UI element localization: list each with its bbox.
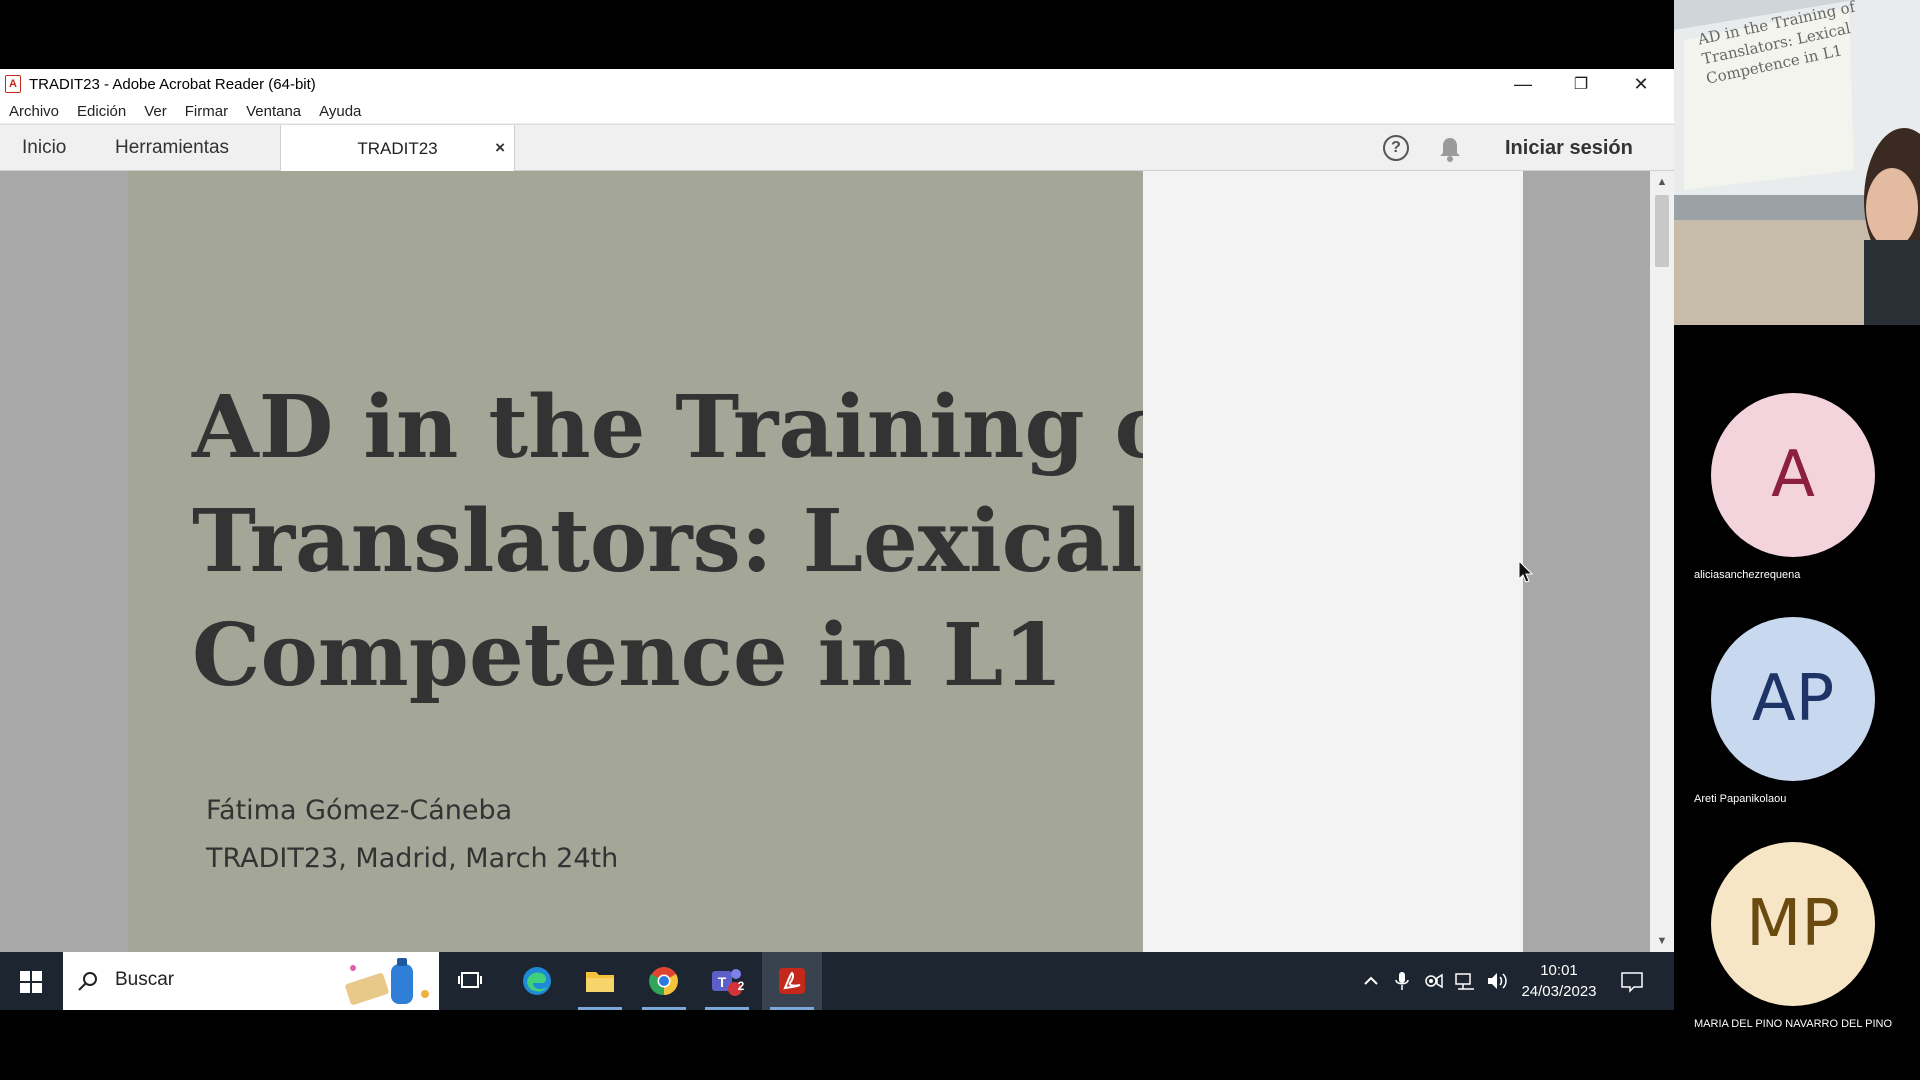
- participant-name: aliciasanchezrequena: [1694, 569, 1801, 581]
- menu-edicion[interactable]: Edición: [68, 103, 135, 120]
- signin-button[interactable]: Iniciar sesión: [1505, 125, 1633, 171]
- task-view-button[interactable]: [440, 952, 500, 1010]
- participant-tile[interactable]: AP Areti Papanikolaou: [1674, 617, 1920, 817]
- acrobat-app-button[interactable]: [762, 952, 822, 1010]
- edge-app-button[interactable]: [507, 952, 567, 1010]
- menu-firmar[interactable]: Firmar: [176, 103, 237, 120]
- acrobat-window: A TRADIT23 - Adobe Acrobat Reader (64-bi…: [0, 69, 1674, 1010]
- title-bar: A TRADIT23 - Adobe Acrobat Reader (64-bi…: [0, 69, 1674, 99]
- notification-center-icon[interactable]: [1620, 970, 1644, 994]
- teams-app-button[interactable]: T 2: [697, 952, 757, 1010]
- menu-archivo[interactable]: Archivo: [0, 103, 68, 120]
- menu-ventana[interactable]: Ventana: [237, 103, 310, 120]
- menu-bar: Archivo Edición Ver Firmar Ventana Ayuda: [0, 99, 1674, 123]
- document-tab-label: TRADIT23: [357, 138, 438, 158]
- participant-name: Areti Papanikolaou: [1694, 793, 1787, 805]
- vertical-scrollbar[interactable]: ▲ ▼: [1650, 171, 1674, 952]
- taskbar-search[interactable]: Buscar: [63, 952, 439, 1010]
- clock-time: 10:01: [1540, 962, 1578, 979]
- taskbar-clock[interactable]: 10:01 24/03/2023: [1518, 960, 1600, 1002]
- tab-document[interactable]: TRADIT23 ×: [280, 125, 515, 172]
- task-view-icon: [458, 972, 482, 988]
- search-icon: [78, 972, 97, 991]
- menu-ver[interactable]: Ver: [135, 103, 176, 120]
- window-title: TRADIT23 - Adobe Acrobat Reader (64-bit): [29, 75, 316, 93]
- slide-author: Fátima Gómez-Cáneba: [206, 795, 513, 826]
- close-button[interactable]: ✕: [1612, 69, 1670, 99]
- menu-ayuda[interactable]: Ayuda: [310, 103, 370, 120]
- slide-title-line: Competence in L1: [192, 605, 1064, 706]
- avatar: A: [1711, 393, 1875, 557]
- edge-icon: [523, 967, 551, 995]
- slide-event: TRADIT23, Madrid, March 24th: [206, 843, 619, 874]
- windows-start-icon[interactable]: [20, 971, 42, 993]
- camera-in-use-icon[interactable]: [1422, 970, 1444, 992]
- tab-bar: Inicio Herramientas TRADIT23 × ? Iniciar…: [0, 124, 1674, 172]
- chrome-icon: [649, 967, 678, 996]
- microphone-icon[interactable]: [1391, 970, 1413, 992]
- clock-date: 24/03/2023: [1521, 983, 1597, 1000]
- document-viewer[interactable]: AD in the Training of Translators: Lexic…: [0, 171, 1650, 952]
- restore-button[interactable]: ❐: [1552, 69, 1610, 99]
- chrome-app-button[interactable]: [634, 952, 694, 1010]
- scroll-down-icon[interactable]: ▼: [1650, 932, 1674, 950]
- scroll-up-icon[interactable]: ▲: [1650, 173, 1674, 191]
- participant-tile[interactable]: MP MARIA DEL PINO NAVARRO DEL PINO: [1674, 842, 1920, 1042]
- file-explorer-button[interactable]: [570, 952, 630, 1010]
- svg-text:T: T: [718, 974, 727, 990]
- avatar: AP: [1711, 617, 1875, 781]
- network-icon[interactable]: [1454, 970, 1476, 992]
- volume-icon[interactable]: [1486, 970, 1508, 992]
- participant-tile[interactable]: A aliciasanchezrequena: [1674, 393, 1920, 593]
- windows-taskbar: Buscar T 2 10:01 24/03/2023: [0, 952, 1674, 1010]
- acrobat-app-icon: A: [5, 75, 21, 93]
- close-tab-icon[interactable]: ×: [495, 138, 505, 158]
- slide-page: AD in the Training of Translators: Lexic…: [128, 171, 1143, 952]
- search-label: Buscar: [115, 969, 175, 990]
- participant-name: MARIA DEL PINO NAVARRO DEL PINO: [1694, 1018, 1893, 1030]
- teams-badge: 2: [737, 979, 745, 993]
- notification-bell-icon[interactable]: [1437, 135, 1463, 163]
- tab-home[interactable]: Inicio: [22, 125, 66, 171]
- slide-page-blank-area: [1143, 171, 1523, 952]
- tab-tools[interactable]: Herramientas: [115, 125, 229, 171]
- folder-icon: [586, 972, 614, 992]
- scroll-thumb[interactable]: [1655, 195, 1669, 267]
- avatar: MP: [1711, 842, 1875, 1006]
- slide-title-line: Translators: Lexical: [192, 491, 1143, 592]
- acrobat-icon: [779, 968, 805, 994]
- mouse-cursor-icon: [1518, 560, 1534, 583]
- slide-title: AD in the Training of Translators: Lexic…: [192, 371, 1143, 713]
- search-highlight-illustration-icon: [345, 958, 429, 1005]
- slide-subtitle: Fátima Gómez-Cáneba TRADIT23, Madrid, Ma…: [206, 787, 618, 883]
- speaker-video-feed: AD in the Training of Translators: Lexic…: [1674, 0, 1920, 325]
- help-icon[interactable]: ?: [1383, 135, 1409, 161]
- slide-title-line: AD in the Training of: [192, 377, 1143, 478]
- minimize-button[interactable]: —: [1494, 69, 1552, 99]
- show-hidden-icons-chevron-icon[interactable]: [1360, 970, 1382, 992]
